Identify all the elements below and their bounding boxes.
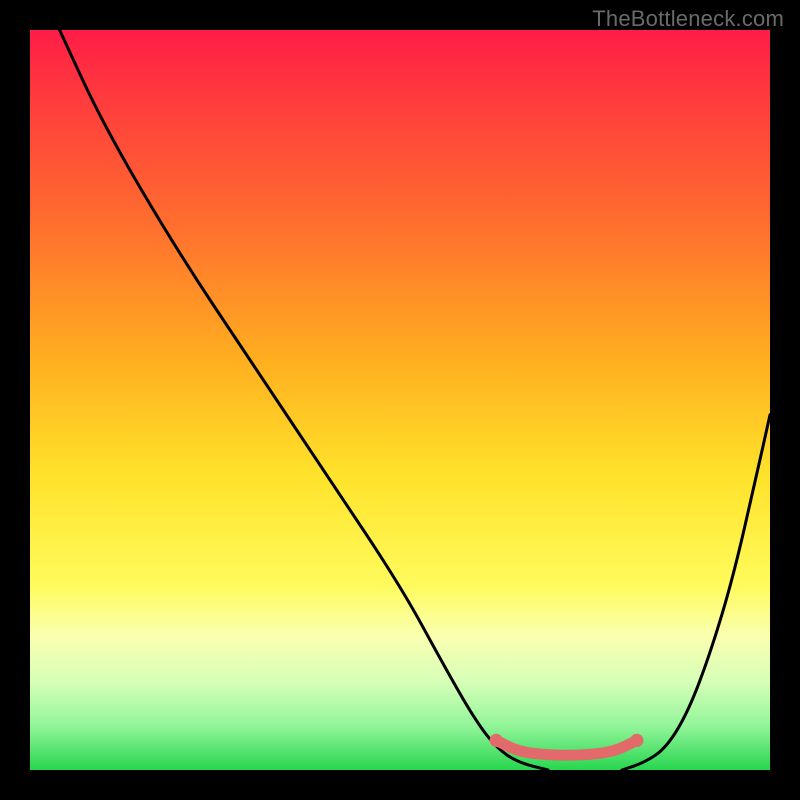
optimal-range-marker (496, 740, 637, 755)
chart-stage: TheBottleneck.com (0, 0, 800, 800)
chart-plot-area (30, 30, 770, 770)
optimal-endpoint-left (490, 734, 503, 747)
curve-left-branch (60, 30, 548, 770)
curve-right-branch (622, 415, 770, 770)
optimal-endpoint-right (630, 734, 643, 747)
watermark-text: TheBottleneck.com (592, 6, 784, 32)
chart-curves (30, 30, 770, 770)
